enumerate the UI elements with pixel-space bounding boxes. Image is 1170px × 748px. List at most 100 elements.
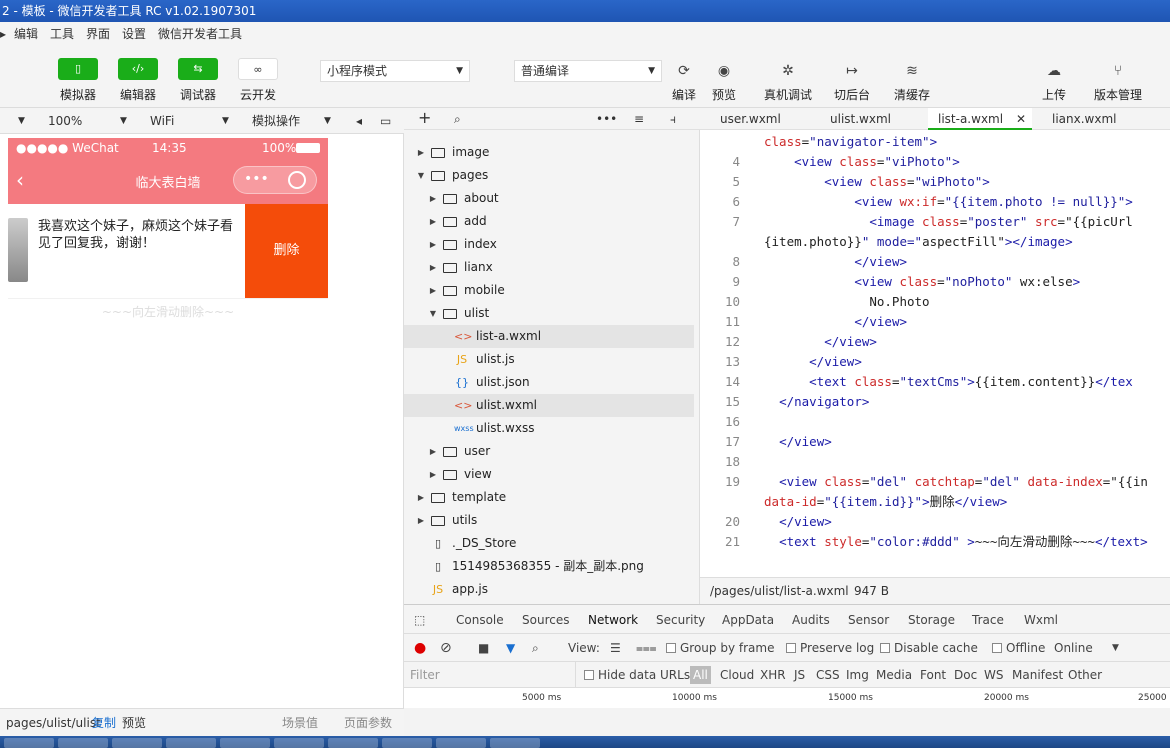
menu-item-devtools[interactable]: 微信开发者工具 [158, 22, 242, 46]
chevron-right-icon[interactable]: ▶ [428, 440, 438, 463]
chevron-down-icon[interactable]: ▼ [324, 108, 331, 134]
code-editor[interactable]: class="navigator-item"> 4 <view class="vi… [700, 130, 1170, 577]
code-line[interactable]: 4 <view class="viPhoto"> [700, 152, 1170, 172]
scene-value-button[interactable]: 场景值 [282, 709, 318, 737]
taskbar-item[interactable] [274, 738, 324, 748]
code-line[interactable]: 8 </view> [700, 252, 1170, 272]
chevron-right-icon[interactable]: ▶ [416, 486, 426, 509]
chevron-down-icon[interactable]: ▼ [1112, 634, 1119, 662]
menu-item-tools[interactable]: 工具 [50, 22, 74, 46]
taskbar-item[interactable] [4, 738, 54, 748]
tree-item[interactable]: ▶ lianx [404, 256, 694, 279]
tab-wxml[interactable]: Wxml [1024, 605, 1058, 635]
tree-item[interactable]: <> ulist.wxml [404, 394, 694, 417]
taskbar-item[interactable] [436, 738, 486, 748]
tab-user-wxml[interactable]: user.wxml [710, 108, 791, 130]
menu-item-settings[interactable]: 设置 [122, 22, 146, 46]
chevron-down-icon[interactable]: ▼ [18, 108, 25, 134]
code-line[interactable]: 11 </view> [700, 312, 1170, 332]
list-item[interactable]: 我喜欢这个妹子，麻烦这个妹子看见了回复我，谢谢！ 删除 [8, 204, 328, 298]
tree-item[interactable]: ▶ image [404, 141, 694, 164]
tree-item[interactable]: ▶ add [404, 210, 694, 233]
chevron-down-icon[interactable]: ▼ [222, 108, 229, 134]
filter-media[interactable]: Media [876, 662, 912, 688]
chevron-right-icon[interactable]: ▶ [428, 463, 438, 486]
menu-arrow-icon[interactable]: ▸ [0, 22, 6, 46]
editor-toggle-button[interactable]: ‹/› [118, 58, 158, 80]
simulator-toggle-button[interactable]: ▯ [58, 58, 98, 80]
disable-cache-checkbox[interactable]: Disable cache [880, 634, 978, 662]
network-select[interactable]: WiFi [150, 108, 174, 134]
filter-all[interactable]: All [690, 666, 711, 684]
upload-button[interactable]: 上传 [1024, 86, 1084, 103]
chevron-right-icon[interactable]: ▶ [428, 210, 438, 233]
background-button[interactable]: 切后台 [822, 86, 882, 103]
filter-input[interactable]: Filter [410, 662, 576, 688]
menu-item-view[interactable]: 界面 [86, 22, 110, 46]
collapse-icon[interactable]: ≡ [634, 108, 644, 130]
code-line[interactable]: 21 <text style="color:#ddd" >~~~向左滑动删除~~… [700, 532, 1170, 552]
code-line[interactable]: 16 [700, 412, 1170, 432]
code-line[interactable]: 12 </view> [700, 332, 1170, 352]
page-params-button[interactable]: 页面参数 [344, 709, 392, 737]
tab-storage[interactable]: Storage [908, 605, 955, 635]
search-icon[interactable]: ⌕ [454, 108, 461, 130]
clear-icon[interactable]: ⊘ [440, 634, 452, 662]
window-icon[interactable]: ▭ [380, 108, 391, 134]
code-line[interactable]: 17 </view> [700, 432, 1170, 452]
tree-item[interactable]: ▶ mobile [404, 279, 694, 302]
camera-icon[interactable]: ■ [478, 634, 489, 662]
record-icon[interactable]: ● [414, 634, 426, 662]
tab-ulist-wxml[interactable]: ulist.wxml [820, 108, 901, 130]
filter-icon[interactable]: ▼ [506, 634, 515, 662]
filter-font[interactable]: Font [920, 662, 946, 688]
upload-cloud-icon[interactable]: ☁ [1039, 60, 1069, 82]
taskbar-item[interactable] [220, 738, 270, 748]
search-icon[interactable]: ⌕ [532, 634, 539, 662]
hide-data-urls-checkbox[interactable]: Hide data URLs [584, 662, 690, 688]
code-line[interactable]: data-id="{{item.id}}">删除</view> [700, 492, 1170, 512]
tab-list-a-wxml[interactable]: list-a.wxml ✕ [928, 108, 1032, 130]
tree-item[interactable]: ▯ 1514985368355 - 副本_副本.png [404, 555, 694, 578]
split-icon[interactable]: ⫞ [670, 108, 676, 130]
menu-item-edit[interactable]: 编辑 [14, 22, 38, 46]
chevron-down-icon[interactable]: ▼ [416, 164, 426, 187]
tab-sensor[interactable]: Sensor [848, 605, 889, 635]
code-line[interactable]: 7 <image class="poster" src="{{picUrl [700, 212, 1170, 232]
cloud-dev-button[interactable]: ∞ [238, 58, 278, 80]
tab-appdata[interactable]: AppData [722, 605, 774, 635]
code-line[interactable]: 10 No.Photo [700, 292, 1170, 312]
code-line[interactable]: 18 [700, 452, 1170, 472]
group-by-frame-checkbox[interactable]: Group by frame [666, 634, 774, 662]
tab-console[interactable]: Console [456, 605, 504, 635]
add-icon[interactable]: + [418, 108, 431, 128]
mode-select[interactable]: 小程序模式 ▼ [320, 60, 470, 82]
code-line[interactable]: 6 <view wx:if="{{item.photo != null}}"> [700, 192, 1170, 212]
tree-item[interactable]: ▼ pages [404, 164, 694, 187]
version-button[interactable]: 版本管理 [1088, 86, 1148, 103]
clear-cache-button[interactable]: 清缓存 [882, 86, 942, 103]
layers-icon[interactable]: ≋ [897, 60, 927, 82]
tree-item[interactable]: ▯ ._DS_Store [404, 532, 694, 555]
large-rows-icon[interactable]: ☰ [610, 634, 621, 662]
code-line[interactable]: 13 </view> [700, 352, 1170, 372]
filter-js[interactable]: JS [794, 662, 805, 688]
tree-item[interactable]: ▶ user [404, 440, 694, 463]
copy-link[interactable]: 复制 [92, 709, 116, 737]
tree-item[interactable]: wxss ulist.wxss [404, 417, 694, 440]
capsule-menu[interactable]: ••• [233, 166, 317, 194]
tab-sources[interactable]: Sources [522, 605, 569, 635]
taskbar-item[interactable] [166, 738, 216, 748]
taskbar-item[interactable] [382, 738, 432, 748]
overview-icon[interactable]: ⩶ [636, 634, 657, 662]
taskbar-item[interactable] [112, 738, 162, 748]
filter-xhr[interactable]: XHR [760, 662, 786, 688]
compile-mode-select[interactable]: 普通编译 ▼ [514, 60, 662, 82]
tree-item[interactable]: ▶ utils [404, 509, 694, 532]
simulate-action-select[interactable]: 模拟操作 [252, 108, 300, 134]
tab-audits[interactable]: Audits [792, 605, 830, 635]
taskbar-item[interactable] [328, 738, 378, 748]
chevron-right-icon[interactable]: ▶ [416, 509, 426, 532]
delete-button[interactable]: 删除 [245, 204, 328, 298]
eye-icon[interactable]: ◉ [709, 60, 739, 82]
